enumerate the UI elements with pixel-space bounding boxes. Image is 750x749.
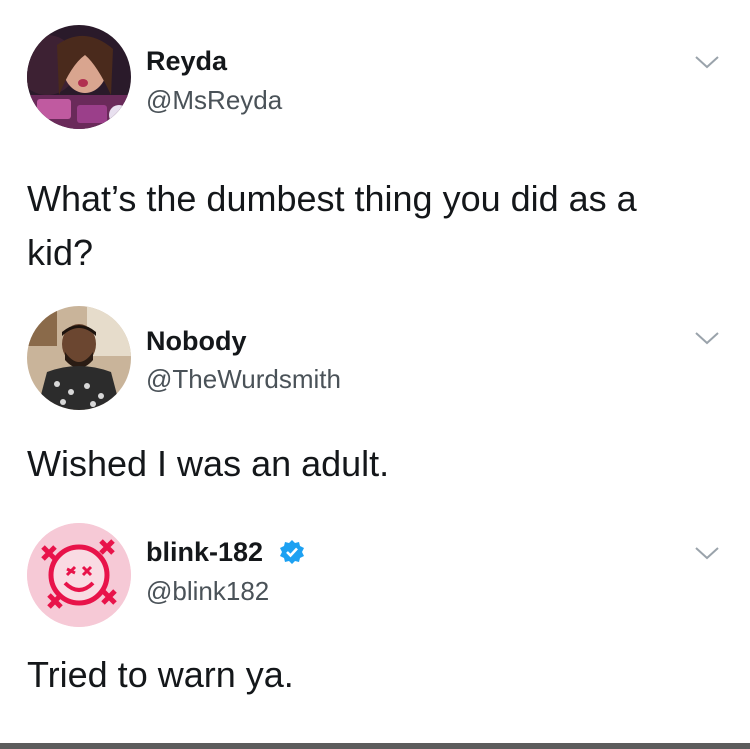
- display-name[interactable]: Nobody: [146, 325, 247, 357]
- tweet-nobody: Nobody @TheWurdsmith Wished I was an adu…: [0, 300, 750, 505]
- display-name-text: blink-182: [146, 537, 264, 567]
- user-handle[interactable]: @TheWurdsmith: [146, 363, 341, 395]
- avatar-blink182[interactable]: [27, 523, 131, 627]
- display-name[interactable]: blink-182: [146, 536, 305, 568]
- tweet-text-line: kid?: [27, 232, 94, 273]
- avatar-photo: [27, 25, 131, 129]
- display-name[interactable]: Reyda: [146, 45, 227, 77]
- user-handle[interactable]: @MsReyda: [146, 84, 282, 116]
- avatar-nobody[interactable]: [27, 306, 131, 410]
- bottom-divider: [0, 743, 750, 749]
- avatar-reyda[interactable]: [27, 25, 131, 129]
- tweet-text: Wished I was an adult.: [27, 443, 390, 484]
- verified-badge-icon: [279, 539, 304, 564]
- tweet-text: What’s the dumbest thing you did as a ki…: [27, 172, 727, 280]
- smiley-logo-icon: [27, 523, 131, 627]
- avatar-photo: [27, 306, 131, 410]
- chevron-down-icon[interactable]: [694, 54, 720, 70]
- tweet-blink182: blink-182 @blink182 Tried to warn ya.: [0, 505, 750, 743]
- chevron-down-icon[interactable]: [694, 545, 720, 561]
- tweet-text-line: What’s the dumbest thing you did as a: [27, 178, 637, 219]
- user-handle[interactable]: @blink182: [146, 575, 269, 607]
- tweet-text: Tried to warn ya.: [27, 654, 294, 695]
- chevron-down-icon[interactable]: [694, 330, 720, 346]
- tweet-reyda: Reyda @MsReyda What’s the dumbest thing …: [0, 0, 750, 300]
